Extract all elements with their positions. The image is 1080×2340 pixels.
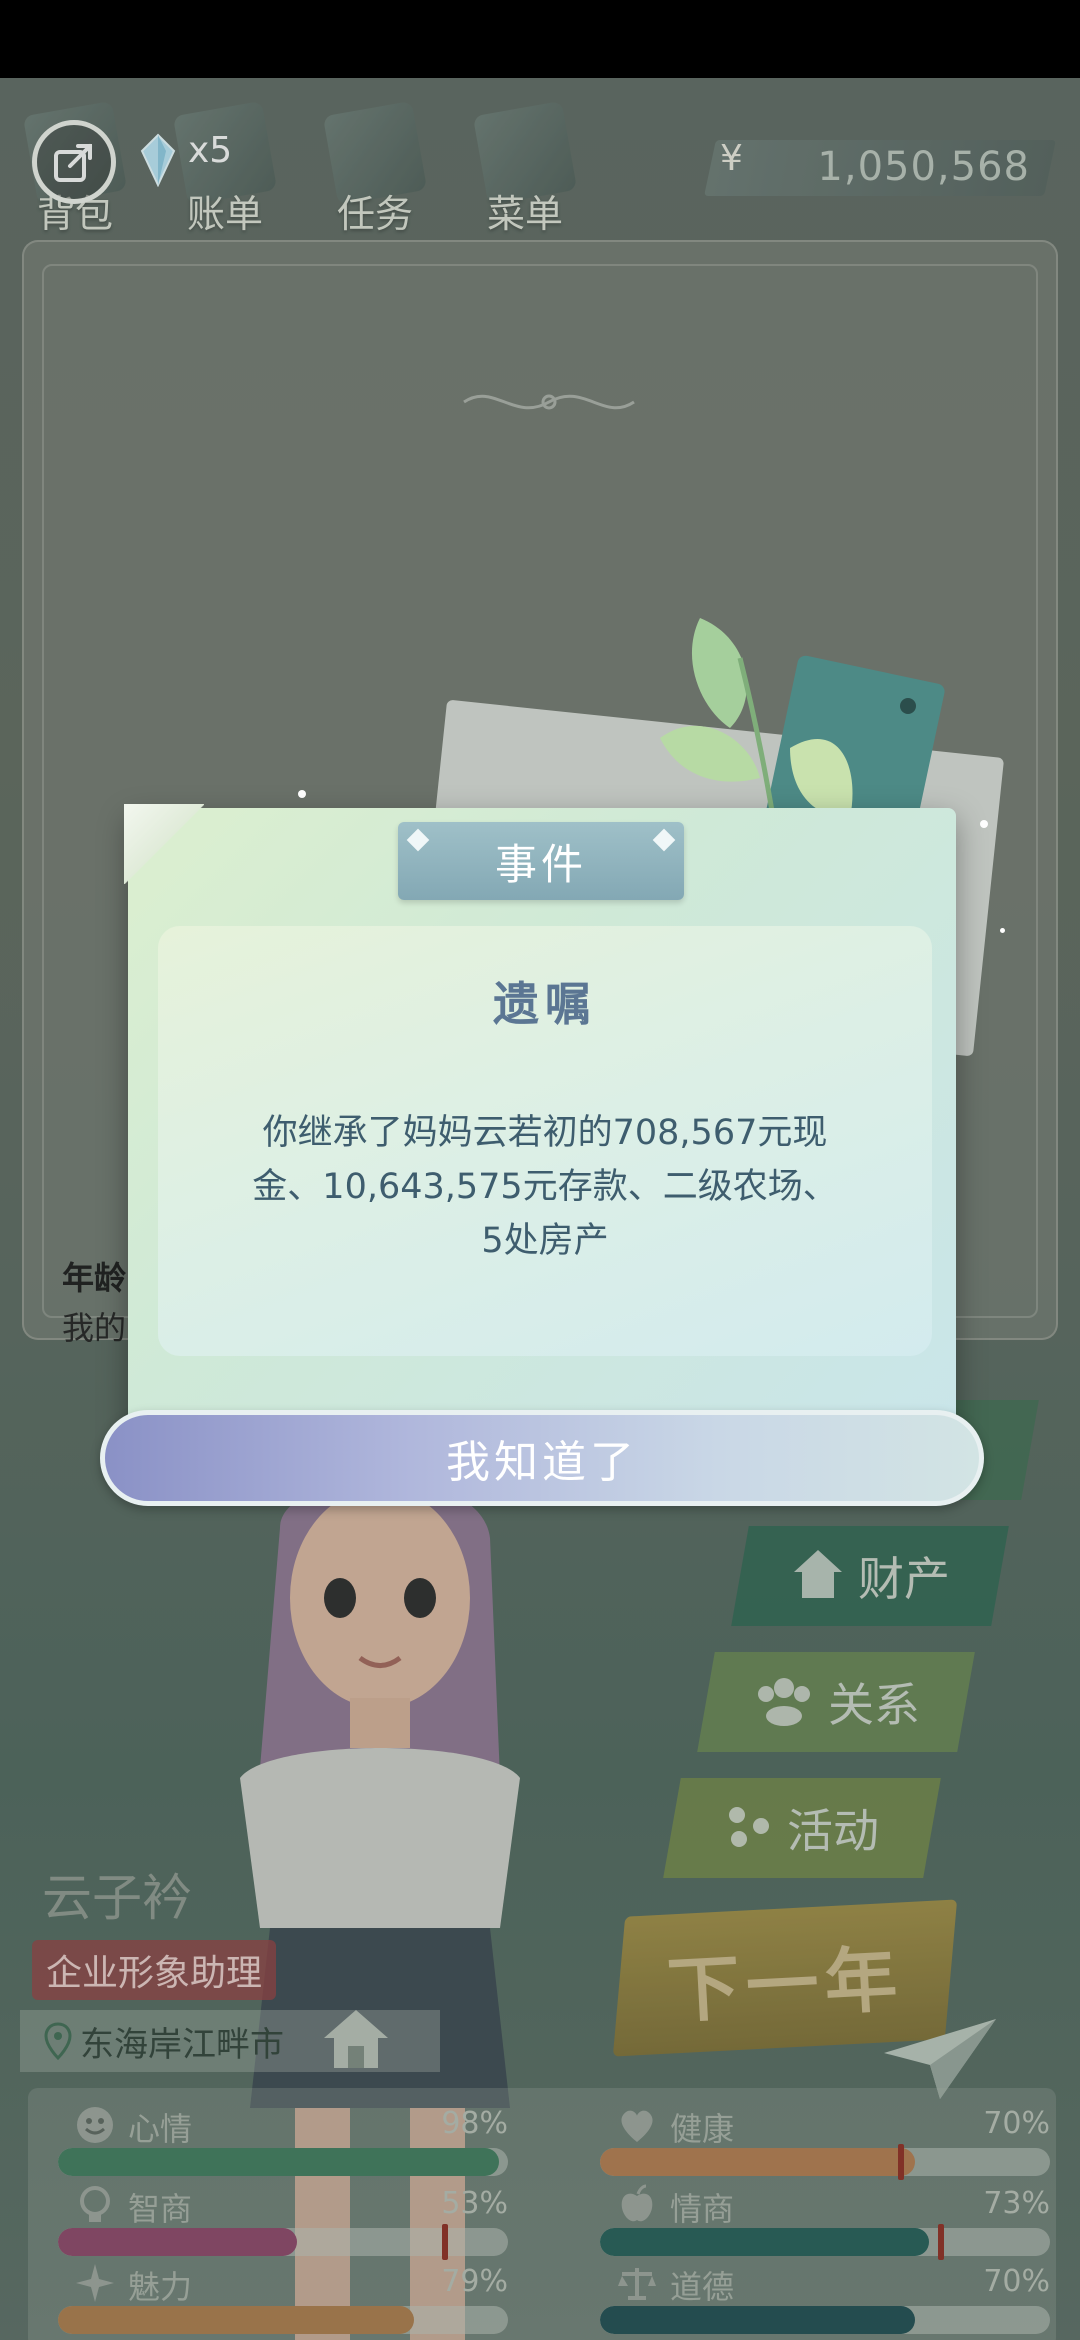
sparkle-decoration xyxy=(298,790,306,798)
diamond-ornament xyxy=(406,828,430,852)
event-text-line: 金、10,643,575元存款、二级农场、 xyxy=(252,1167,838,1207)
page-curl-decoration xyxy=(124,804,204,884)
sparkle-decoration xyxy=(1000,928,1005,933)
dialog-content: 遗嘱 你继承了妈妈云若初的708,567元现 金、10,643,575元存款、二… xyxy=(158,926,932,1356)
event-text-line: 5处房产 xyxy=(481,1221,609,1261)
dialog-header-tab: 事件 xyxy=(398,822,684,900)
acknowledge-label: 我知道了 xyxy=(446,1437,638,1488)
event-title: 遗嘱 xyxy=(493,977,597,1031)
diamond-ornament xyxy=(652,828,676,852)
sparkle-decoration xyxy=(980,820,988,828)
event-text-line: 你继承了妈妈云若初的708,567元现 xyxy=(262,1113,828,1153)
status-bar xyxy=(0,0,1080,78)
dialog-tab-label: 事件 xyxy=(494,839,587,889)
acknowledge-button[interactable]: 我知道了 xyxy=(100,1410,984,1506)
event-dialog: 事件 遗嘱 你继承了妈妈云若初的708,567元现 金、10,643,575元存… xyxy=(124,804,956,1458)
event-description: 你继承了妈妈云若初的708,567元现 金、10,643,575元存款、二级农场… xyxy=(208,1106,882,1268)
game-screen: 背包 账单 任务 菜单 x5 ¥ 1,050,568 年龄 我的 财产 关系 活… xyxy=(0,78,1080,2340)
